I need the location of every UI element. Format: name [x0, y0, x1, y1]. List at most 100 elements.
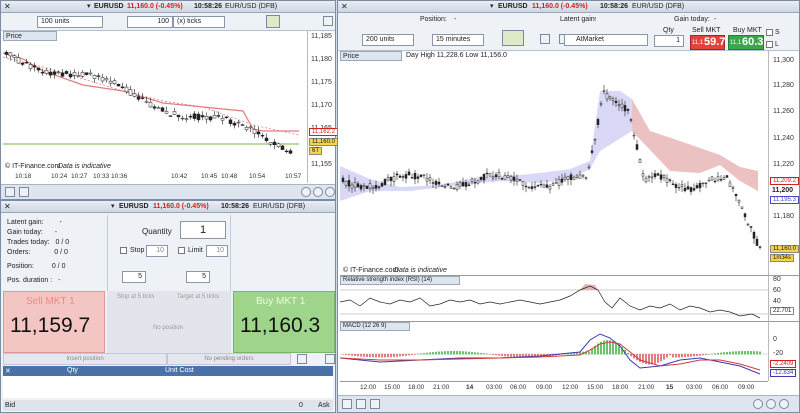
qty-input[interactable]: 1: [654, 35, 684, 47]
trade-symbol: EUR/USD (DFB): [253, 203, 306, 210]
macd-bar: [672, 354, 674, 358]
crosshair-icon[interactable]: [342, 399, 352, 409]
insert-position-button[interactable]: Insert position: [3, 353, 167, 365]
zoom-in-icon[interactable]: [301, 187, 311, 197]
close-icon[interactable]: ✕: [5, 367, 11, 375]
rsi-panel[interactable]: Relative strength index (RSI) (14): [340, 275, 768, 321]
sell-button[interactable]: Sell MKT 1 11,159.7: [3, 291, 105, 353]
candle: [749, 226, 753, 228]
limit-ticks-input[interactable]: 5: [186, 271, 210, 283]
candle: [236, 121, 241, 124]
buy-button-price: 11,160.3: [240, 314, 321, 337]
left-price-chart[interactable]: Price © IT-Finance.com Data is indicativ…: [3, 31, 307, 183]
candle: [560, 178, 564, 183]
candle: [24, 62, 29, 64]
chart-style-icon[interactable]: [540, 34, 550, 44]
zoom-out-icon[interactable]: [313, 187, 323, 197]
position-tool-icon[interactable]: [325, 354, 335, 364]
candle: [350, 184, 354, 189]
pan-icon[interactable]: [19, 187, 29, 197]
ticks-select[interactable]: (x) ticks: [173, 16, 225, 28]
limit-input[interactable]: 10: [206, 245, 228, 257]
right-price-chart[interactable]: Price Day High 11,228.6 Low 11,156.0 © I…: [340, 51, 768, 275]
draw-icon[interactable]: [370, 399, 380, 409]
zoom-out-icon[interactable]: [766, 399, 776, 409]
chart-settings-icon[interactable]: [266, 15, 280, 28]
candle: [386, 177, 390, 181]
zoom-in-icon[interactable]: [753, 399, 763, 409]
stop-label: Stop: [130, 247, 145, 254]
close-icon[interactable]: ✕: [341, 2, 348, 11]
candle: [64, 71, 69, 74]
macd-panel[interactable]: MACD (12 26 9): [340, 321, 768, 381]
candle: [611, 98, 615, 101]
candle: [455, 184, 459, 190]
pending-orders-button[interactable]: No pending orders: [167, 353, 291, 365]
stop-input[interactable]: 10: [146, 245, 168, 257]
left-x-tick: 10:36: [111, 173, 128, 180]
candle: [180, 117, 185, 120]
chevron-down-icon[interactable]: ▾: [87, 2, 91, 10]
sell-mkt-button[interactable]: 11,1 59.7: [690, 35, 725, 50]
units-select[interactable]: 100 units: [37, 16, 103, 28]
right-x-tick: 14: [466, 384, 474, 391]
fit-icon[interactable]: [779, 399, 789, 409]
candle: [32, 65, 37, 68]
macd-bar: [390, 354, 392, 358]
rsi-tick: 80: [773, 276, 781, 283]
left-y-axis: 11,185 11,180 11,175 11,170 11,165 11,16…: [307, 31, 338, 183]
interval-select[interactable]: 15 minutes: [432, 34, 484, 46]
candle: [168, 115, 173, 117]
right-chart-instrument: EURUSD: [498, 3, 528, 10]
pan-icon[interactable]: [356, 399, 366, 409]
candle: [244, 127, 249, 131]
candle: [740, 206, 744, 209]
candle: [629, 119, 633, 121]
s-checkbox[interactable]: [766, 29, 773, 36]
left-dotted-line: [3, 56, 300, 136]
candle: [587, 166, 591, 169]
candle: [341, 177, 345, 182]
candle: [602, 90, 606, 92]
candle: [710, 176, 714, 181]
macd-bar: [426, 352, 428, 355]
latent-gain-value: -: [59, 219, 62, 226]
limit-checkbox[interactable]: [178, 247, 185, 254]
buy-button[interactable]: Buy MKT 1 11,160.3: [233, 291, 335, 353]
buy-mkt-button[interactable]: 11,1 60.3: [728, 35, 764, 50]
tick-value-input[interactable]: 100: [127, 16, 173, 28]
candle: [572, 177, 576, 181]
candle: [581, 174, 585, 177]
candle: [144, 100, 149, 103]
chart-settings-icon[interactable]: [502, 30, 524, 46]
right-tag-lower: 11,195.3: [770, 196, 799, 204]
candle: [44, 69, 49, 74]
candle: [284, 150, 289, 153]
macd-bar: [726, 351, 728, 355]
order-entry: Quantity 1 Stop 10 Limit 10 5 5: [107, 215, 231, 291]
l-checkbox[interactable]: [766, 41, 773, 48]
quantity-input[interactable]: 1: [180, 221, 226, 239]
candle: [232, 122, 237, 126]
right-units-select[interactable]: 200 units: [362, 34, 414, 46]
candle: [104, 78, 109, 81]
macd-bar: [678, 354, 680, 358]
orders-tool-icon[interactable]: [297, 354, 307, 364]
close-icon[interactable]: ✕: [4, 202, 11, 211]
candle: [156, 107, 161, 109]
stop-checkbox[interactable]: [120, 247, 127, 254]
candle: [617, 104, 621, 106]
close-icon[interactable]: ✕: [4, 2, 11, 11]
chevron-down-icon[interactable]: ▾: [111, 202, 115, 210]
candle: [4, 51, 9, 55]
candle: [443, 186, 447, 188]
candle: [60, 72, 65, 77]
stop-ticks-input[interactable]: 5: [122, 271, 146, 283]
chart-style-icon[interactable]: [323, 16, 333, 26]
right-x-tick: 21:00: [638, 384, 655, 391]
order-type-select[interactable]: AtMarket: [564, 34, 648, 46]
chevron-down-icon[interactable]: ▾: [490, 2, 494, 10]
macd-bar: [477, 352, 479, 355]
fit-icon[interactable]: [325, 187, 335, 197]
crosshair-icon[interactable]: [5, 187, 15, 197]
